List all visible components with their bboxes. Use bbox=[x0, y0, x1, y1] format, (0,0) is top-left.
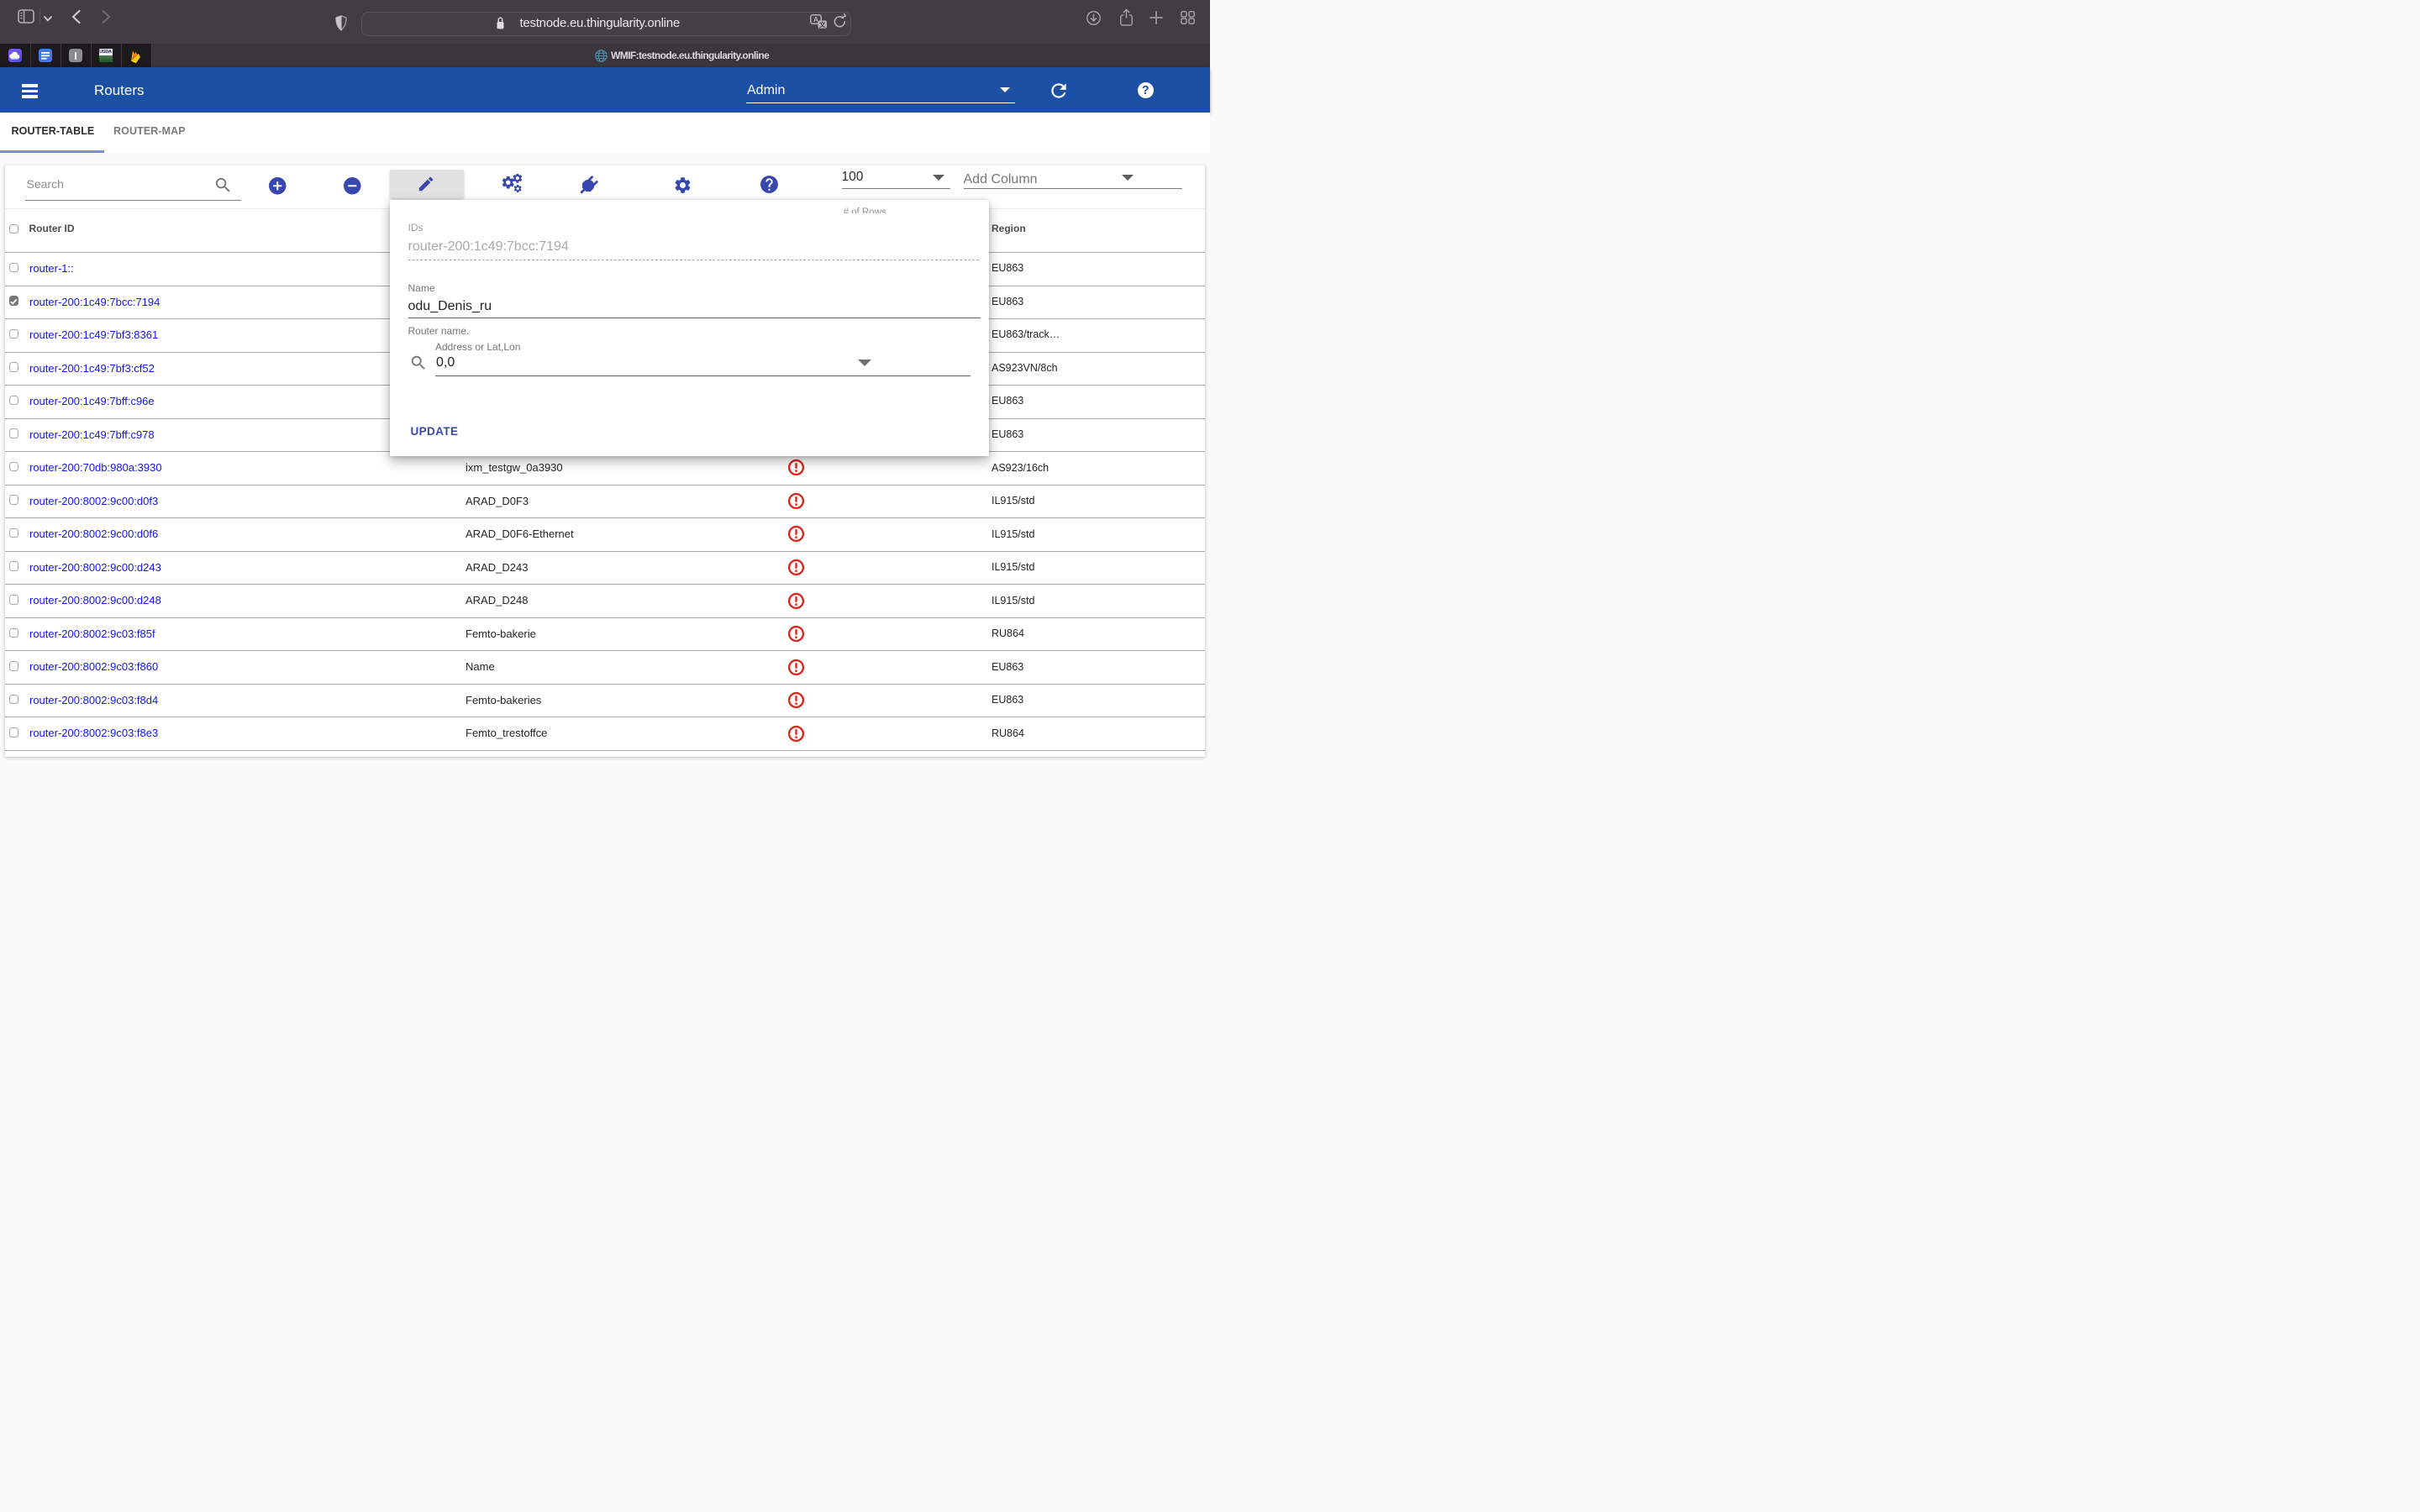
svg-text:A: A bbox=[813, 15, 818, 24]
svg-text:文: 文 bbox=[818, 21, 825, 29]
